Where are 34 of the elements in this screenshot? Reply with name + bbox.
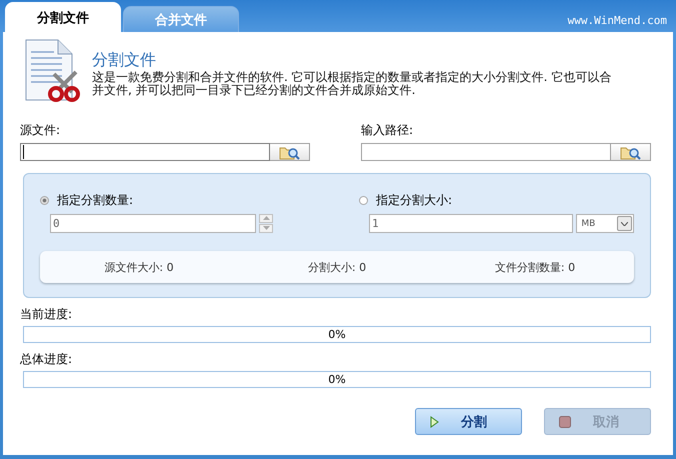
description-text: 这是一款免费分割和合并文件的软件. 它可以根据指定的数量或者指定的大小分割文件. 它也可以合并文件, 并可以把同一目录下已经分割的文件合并成原始文件. xyxy=(92,71,612,97)
info-text: 分割大小: 0 xyxy=(308,260,366,274)
progress-reading: 0% xyxy=(328,372,346,387)
progress-label: 总体进度: xyxy=(20,351,74,368)
folder-search-icon xyxy=(278,144,300,160)
field-label: 源文件: xyxy=(20,122,62,139)
folder-search-icon xyxy=(620,144,642,160)
number-field[interactable]: 1 xyxy=(369,214,574,233)
radio-button[interactable] xyxy=(40,196,49,205)
stop-icon xyxy=(559,416,571,428)
spin-down-button[interactable] xyxy=(259,224,273,233)
browse-button[interactable] xyxy=(611,143,651,161)
field-label: 输入路径: xyxy=(361,122,414,139)
split-button[interactable]: 分割 xyxy=(415,408,522,435)
play-icon xyxy=(430,416,439,428)
caret-icon xyxy=(617,216,632,231)
option-label: 指定分割数量: xyxy=(57,192,134,209)
info-text: 文件分割数量: 0 xyxy=(494,260,576,274)
path-field[interactable] xyxy=(20,143,270,161)
spinner[interactable] xyxy=(259,214,273,233)
progress-label: 当前进度: xyxy=(20,306,74,323)
browse-button[interactable] xyxy=(270,143,310,161)
number-field[interactable]: 0 xyxy=(50,214,256,233)
down-arrow-icon xyxy=(262,226,270,230)
section-title: 分割文件 xyxy=(92,50,157,71)
info-text: 源文件大小: 0 xyxy=(104,260,174,274)
spin-up-button[interactable] xyxy=(259,214,273,223)
radio-button[interactable] xyxy=(359,196,368,205)
path-field[interactable] xyxy=(361,143,611,161)
up-arrow-icon xyxy=(262,216,270,220)
option-label: 指定分割大小: xyxy=(376,192,452,209)
unit-dropdown[interactable]: MB xyxy=(576,214,634,233)
tab[interactable]: 分割文件 xyxy=(5,2,121,32)
progress-reading: 0% xyxy=(328,327,346,342)
